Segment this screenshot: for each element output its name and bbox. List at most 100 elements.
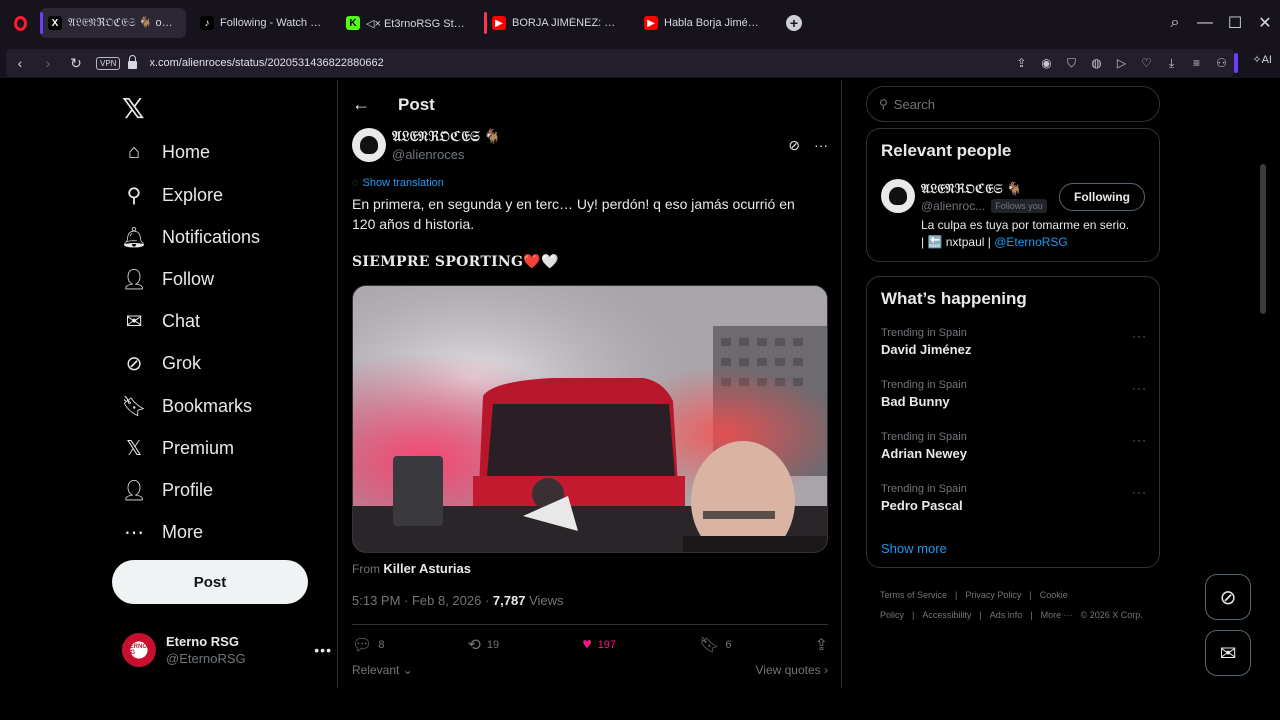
close-window-button[interactable]: ✕ xyxy=(1250,13,1280,33)
menu-icon[interactable]: ≡ xyxy=(1184,56,1209,71)
ai-label: AI xyxy=(1261,54,1272,66)
nav-item-more[interactable]: ⋯ More xyxy=(122,512,203,552)
source-link[interactable]: Killer Asturias xyxy=(383,561,471,576)
lock-icon[interactable] xyxy=(128,55,138,69)
footer-link[interactable]: More ··· xyxy=(1041,610,1073,620)
page-title: Post xyxy=(398,94,435,114)
tab-accent xyxy=(40,12,43,34)
browser-tab[interactable]: ▶ BORJA JIMÉNEZ: así fue su xyxy=(484,8,630,38)
account-name: Eterno RSG xyxy=(166,634,239,649)
follows-you-badge: Follows you xyxy=(991,199,1047,213)
post-media-image[interactable] xyxy=(352,285,828,553)
more-options-icon[interactable]: ··· xyxy=(814,137,828,153)
browser-tab[interactable]: K ◁× Et3rnoRSG Stream - K xyxy=(338,8,478,38)
play-icon[interactable]: ▷ xyxy=(1109,56,1134,71)
trend-item[interactable]: Trending in Spain David Jiménez ··· xyxy=(881,327,1147,357)
account-switcher[interactable]: ETERNO RSG Eterno RSG @EternoRSG ••• xyxy=(122,630,332,670)
footer-link[interactable]: Ads info xyxy=(990,610,1023,620)
views-label: Views xyxy=(529,593,564,608)
trend-name: Pedro Pascal xyxy=(881,498,963,513)
more-options-icon[interactable]: ••• xyxy=(314,642,332,658)
more-options-icon[interactable]: ··· xyxy=(1132,485,1147,499)
download-icon[interactable]: ⤓ xyxy=(1159,56,1184,71)
grok-icon[interactable]: ⊘ xyxy=(788,137,800,154)
sort-replies-dropdown[interactable]: Relevant ⌄ xyxy=(352,663,413,677)
right-sidebar: ⚲ Search Relevant people 𝔄𝔏𝔈𝔑ℜ𝔒ℭ𝔈𝔖 🐐 @al… xyxy=(866,80,1162,688)
messages-float-button[interactable]: ✉ xyxy=(1205,630,1251,676)
more-options-icon[interactable]: ··· xyxy=(1132,433,1147,447)
heart-icon[interactable]: ♡ xyxy=(1134,56,1159,71)
nav-item-explore[interactable]: ⚲ Explore xyxy=(122,175,223,215)
nav-item-premium[interactable]: 𝕏 Premium xyxy=(122,428,234,468)
avatar[interactable] xyxy=(352,128,386,162)
camera-icon[interactable]: ◉ xyxy=(1034,56,1059,71)
bio-mention-link[interactable]: @EternoRSG xyxy=(994,235,1068,249)
repost-button[interactable]: ⟲ 19 xyxy=(467,635,499,655)
nav-item-profile[interactable]: 👤︎ Profile xyxy=(121,470,213,510)
whats-happening-title: What’s happening xyxy=(881,289,1027,308)
grok-float-button[interactable]: ⊘ xyxy=(1205,574,1251,620)
relevant-person-handle[interactable]: @alienroc... xyxy=(921,199,985,213)
nav-item-home[interactable]: ⌂ Home xyxy=(122,132,210,172)
page-scrollbar[interactable] xyxy=(1260,164,1266,314)
tab-label: BORJA JIMÉNEZ: así fue su xyxy=(512,17,620,29)
translate-icon[interactable]: ◍ xyxy=(1084,56,1109,71)
nav-item-notifications[interactable]: 🔔︎ Notifications xyxy=(121,217,260,257)
trend-item[interactable]: Trending in Spain Pedro Pascal ··· xyxy=(881,483,1147,513)
more-options-icon[interactable]: ··· xyxy=(1132,381,1147,395)
like-button[interactable]: ♥ 197 xyxy=(582,636,616,654)
footer-link[interactable]: Accessibility xyxy=(922,610,971,620)
ai-sparkle-icon: ✧ xyxy=(1252,54,1262,66)
ai-button[interactable]: ✧AI xyxy=(1252,53,1272,66)
back-nav-icon[interactable]: ‹ xyxy=(6,55,34,71)
nav-item-follow[interactable]: 👤︎ Follow xyxy=(121,259,214,299)
nav-item-bookmarks[interactable]: 🔖︎ Bookmarks xyxy=(121,386,252,426)
post-button[interactable]: Post xyxy=(112,560,308,604)
trend-item[interactable]: Trending in Spain Adrian Newey ··· xyxy=(881,431,1147,461)
show-more-link[interactable]: Show more xyxy=(881,541,947,556)
show-translation-link[interactable]: ◌ Show translation xyxy=(352,177,444,189)
browser-tab[interactable]: ▶ Habla Borja Jiménez (08/0 xyxy=(636,8,774,38)
footer-link[interactable]: Terms of Service xyxy=(880,590,947,600)
author-handle[interactable]: @alienroces xyxy=(392,147,501,162)
account-icon[interactable]: ⚇ xyxy=(1209,56,1234,71)
avatar[interactable] xyxy=(881,179,915,213)
back-arrow-icon[interactable]: ← xyxy=(352,94,370,115)
nav-item-chat[interactable]: ✉ Chat xyxy=(122,301,200,341)
x-logo-icon[interactable]: 𝕏 xyxy=(122,92,145,125)
view-quotes-link[interactable]: View quotes › xyxy=(756,663,829,677)
browser-tab[interactable]: ♪ Following - Watch videos xyxy=(192,8,332,38)
view-quotes-label: View quotes xyxy=(755,663,821,677)
shield-icon[interactable]: ⛉ xyxy=(1059,56,1084,71)
footer-link[interactable]: Privacy Policy xyxy=(965,590,1021,600)
share-button[interactable]: ⇪ xyxy=(815,635,828,655)
post-timestamp[interactable]: 5:13 PM · Feb 8, 2026 · xyxy=(352,593,489,608)
minimize-button[interactable]: — xyxy=(1190,14,1220,32)
vpn-badge[interactable]: VPN xyxy=(96,56,121,70)
following-button[interactable]: Following xyxy=(1059,183,1145,211)
browser-tab[interactable]: X 𝔄𝔏𝔈𝔑ℜ𝔒ℭ𝔈𝔖 🐐 on X: xyxy=(40,8,186,38)
search-icon: ⚲ xyxy=(879,97,888,111)
chevron-right-icon: › xyxy=(820,663,828,677)
reload-icon[interactable]: ↻ xyxy=(62,55,90,72)
more-options-icon[interactable]: ··· xyxy=(1132,329,1147,343)
address-bar: ‹ › ↻ VPN x.com/alienroces/status/202053… xyxy=(6,49,1234,77)
post-header: ← Post xyxy=(352,94,435,115)
new-tab-button[interactable]: + xyxy=(786,15,802,31)
nav-item-grok[interactable]: ⊘ Grok xyxy=(122,343,201,383)
grok-icon: ⊘ xyxy=(1219,586,1237,609)
footer-link[interactable]: © 2026 X Corp. xyxy=(1081,610,1143,620)
forward-nav-icon[interactable]: › xyxy=(34,55,62,71)
relevant-person-name[interactable]: 𝔄𝔏𝔈𝔑ℜ𝔒ℭ𝔈𝔖 🐐 xyxy=(921,181,1022,197)
bookmark-button[interactable]: 🔖︎ 6 xyxy=(699,635,731,655)
reply-button[interactable]: 💬︎ 8 xyxy=(352,635,384,655)
search-tabs-icon[interactable]: ⌕ xyxy=(1160,14,1190,32)
maximize-button[interactable]: ☐ xyxy=(1220,13,1250,33)
search-input[interactable]: ⚲ Search xyxy=(866,86,1160,122)
url-field[interactable]: x.com/alienroces/status/2020531436822880… xyxy=(149,57,383,69)
trend-item[interactable]: Trending in Spain Bad Bunny ··· xyxy=(881,379,1147,409)
opera-menu-button[interactable] xyxy=(0,0,40,46)
share-icon[interactable]: ⇪ xyxy=(1009,56,1034,71)
author-name[interactable]: 𝔄𝔏𝔈𝔑ℜ𝔒ℭ𝔈𝔖 🐐 xyxy=(392,128,501,145)
post-text-secondary: SIEMPRE SPORTING❤️🤍 xyxy=(352,254,559,270)
